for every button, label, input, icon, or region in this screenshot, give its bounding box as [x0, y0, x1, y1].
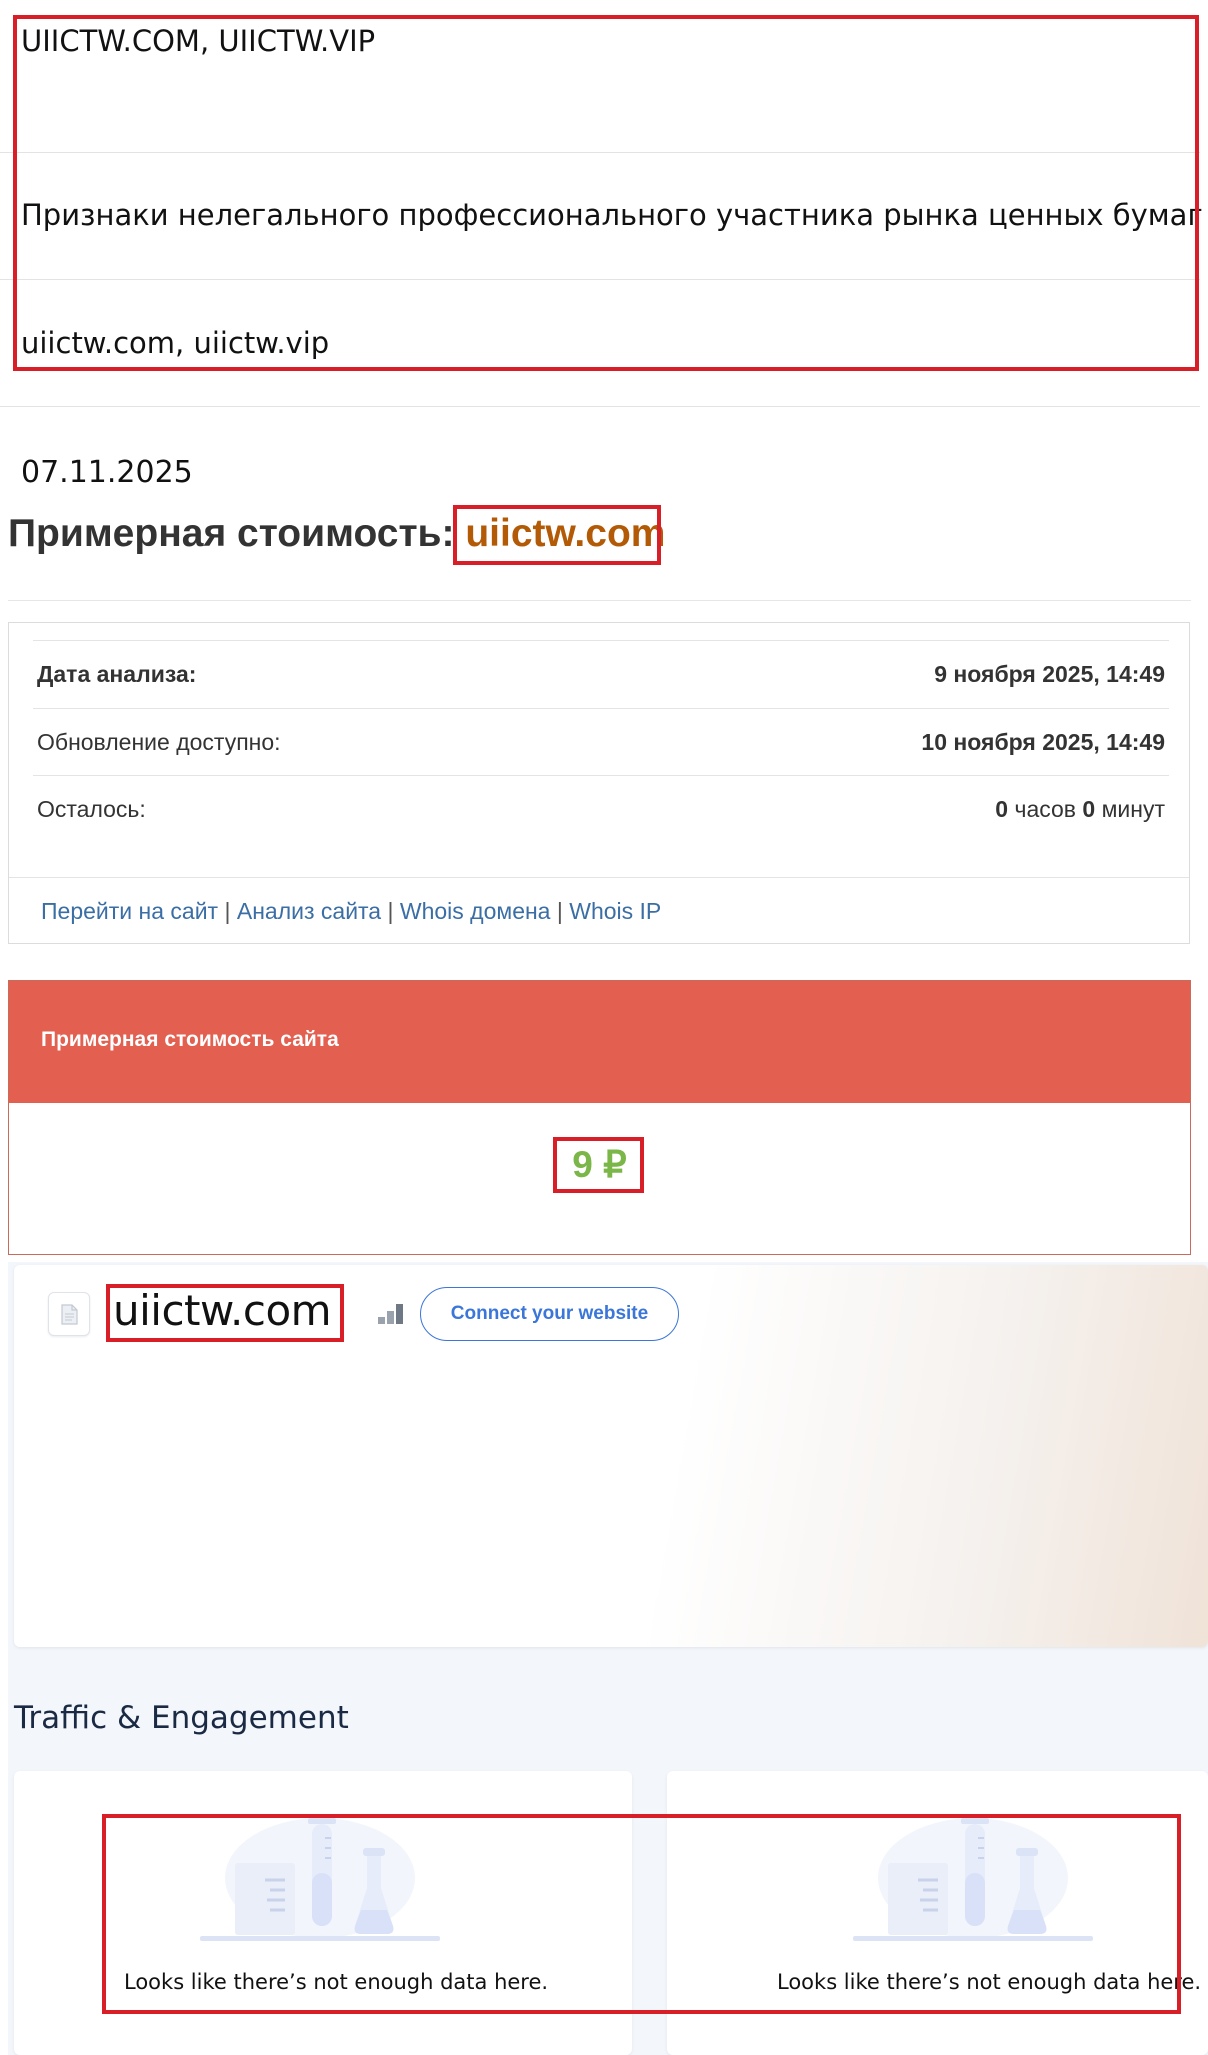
- highlight-box-no-data: [102, 1814, 1181, 2014]
- info-label: Дата анализа:: [37, 661, 197, 687]
- highlight-box-registry: [13, 15, 1199, 371]
- info-label: Осталось:: [37, 796, 146, 822]
- highlight-box-title-domain: [453, 505, 661, 565]
- info-row-remaining: Осталось: 0 часов 0 минут: [33, 775, 1169, 843]
- divider: [8, 600, 1191, 601]
- hours-unit: часов: [1014, 796, 1077, 822]
- links-bar: Перейти на сайт | Анализ сайта | Whois д…: [9, 877, 1189, 943]
- info-value: 9 ноября 2025, 14:49: [934, 661, 1165, 687]
- info-label: Обновление доступно:: [37, 729, 281, 755]
- highlight-box-price: [553, 1137, 644, 1193]
- price-card: Примерная стоимость сайта 9 ₽: [8, 980, 1191, 1255]
- connect-website-button[interactable]: Connect your website: [420, 1287, 679, 1341]
- link-separator: |: [556, 898, 563, 924]
- info-value: 10 ноября 2025, 14:49: [921, 729, 1165, 755]
- document-icon: [61, 1304, 78, 1325]
- site-favicon: [48, 1292, 90, 1336]
- info-row-analysis-date: Дата анализа: 9 ноября 2025, 14:49: [33, 640, 1169, 708]
- publish-date: 07.11.2025: [21, 455, 193, 490]
- info-value-remaining: 0 часов 0 минут: [995, 796, 1165, 823]
- link-go-to-site[interactable]: Перейти на сайт: [41, 898, 218, 924]
- analysis-info-card: Дата анализа: 9 ноября 2025, 14:49 Обнов…: [8, 622, 1190, 944]
- hours-value: 0: [995, 796, 1009, 822]
- price-card-header: Примерная стоимость сайта: [9, 981, 1190, 1103]
- link-site-analysis[interactable]: Анализ сайта: [237, 898, 381, 924]
- page-title-prefix: Примерная стоимость:: [8, 512, 455, 555]
- price-card-title: Примерная стоимость сайта: [41, 1028, 339, 1051]
- links-list: Перейти на сайт | Анализ сайта | Whois д…: [41, 898, 661, 925]
- link-whois-ip[interactable]: Whois IP: [569, 898, 661, 924]
- highlight-box-site-domain: [106, 1284, 344, 1342]
- link-separator: |: [224, 898, 231, 924]
- minutes-unit: минут: [1101, 796, 1165, 822]
- divider: [0, 406, 1200, 407]
- section-title-traffic: Traffic & Engagement: [14, 1700, 349, 1736]
- info-row-update-available: Обновление доступно: 10 ноября 2025, 14:…: [33, 708, 1169, 776]
- link-whois-domain[interactable]: Whois домена: [400, 898, 551, 924]
- minutes-value: 0: [1082, 796, 1096, 822]
- rank-bars-icon: [378, 1304, 403, 1324]
- link-separator: |: [387, 898, 394, 924]
